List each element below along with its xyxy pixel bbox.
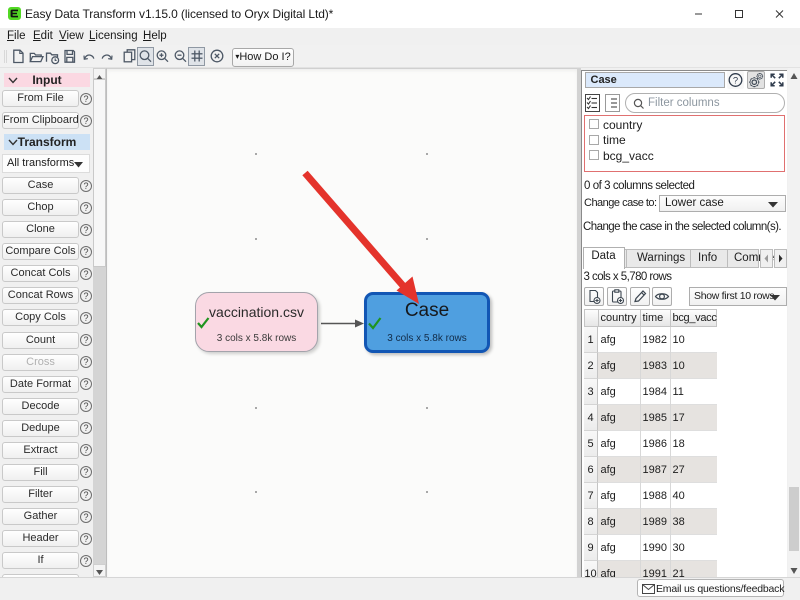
svg-text:?: ?	[733, 76, 738, 87]
